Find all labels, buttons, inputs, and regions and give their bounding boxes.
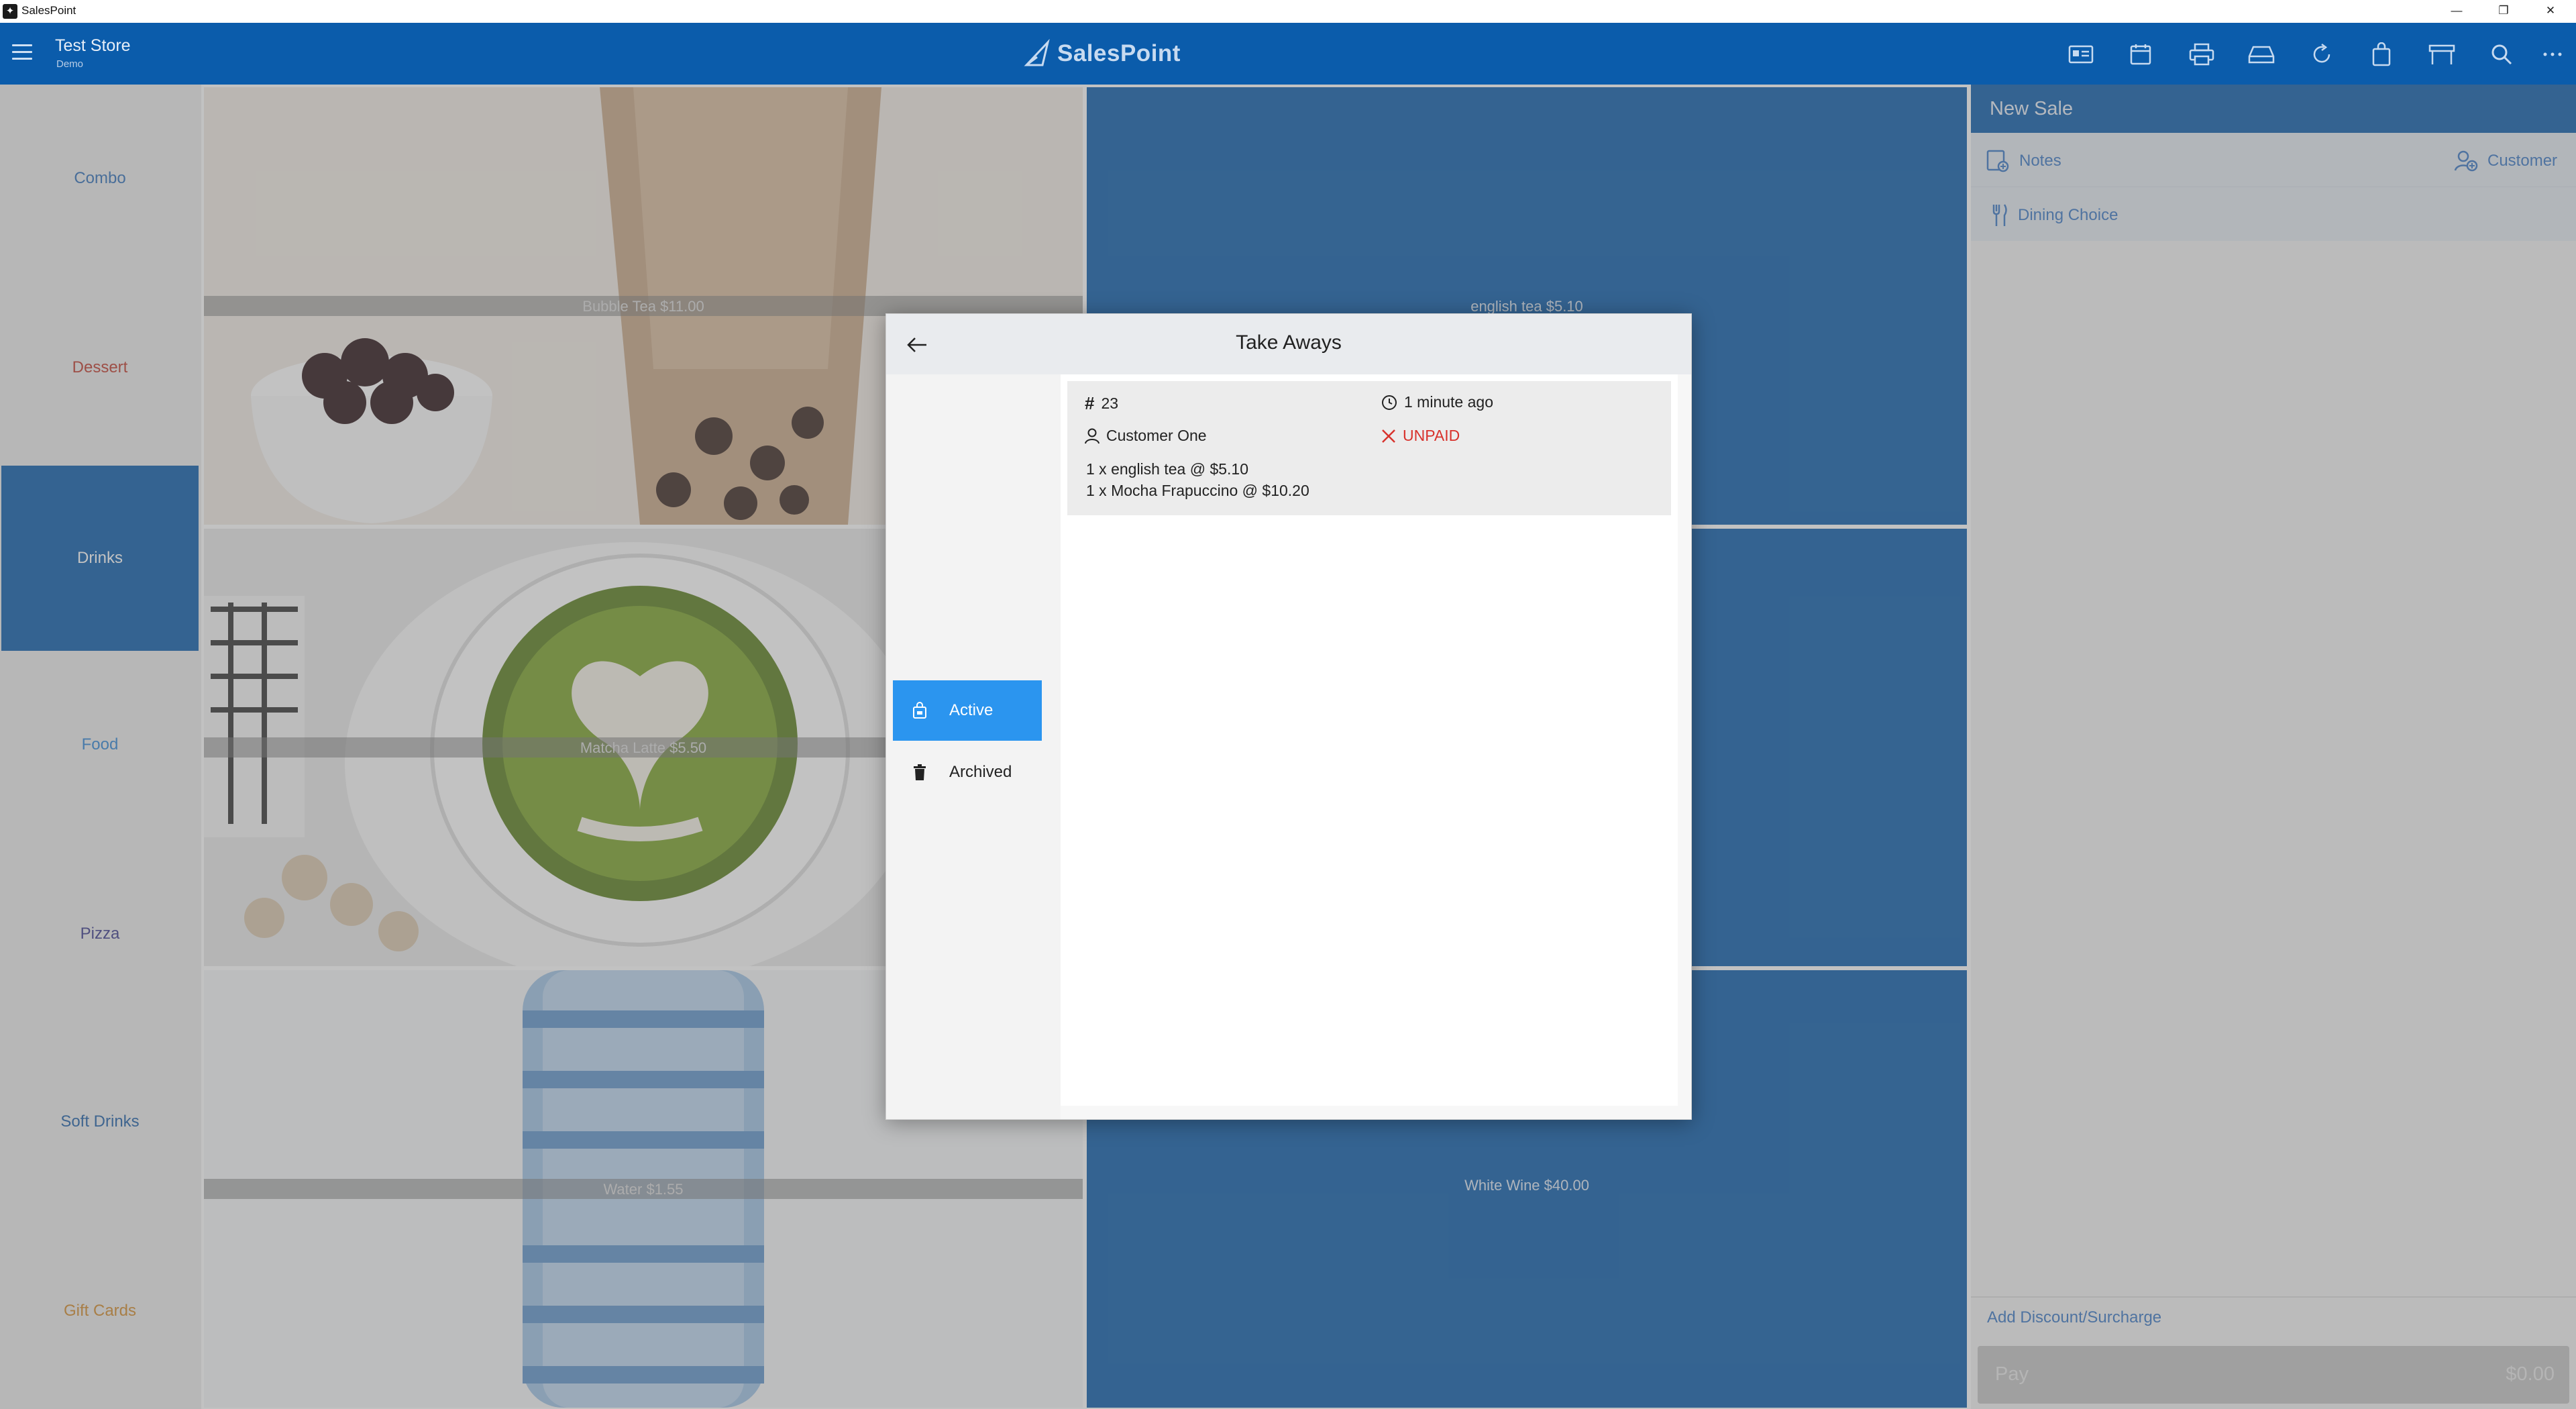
brand-logo: SalesPoint xyxy=(1022,35,1181,72)
dialog-title: Take Aways xyxy=(1236,331,1342,354)
bag-icon xyxy=(910,701,929,720)
trash-icon xyxy=(910,763,929,782)
clock-icon xyxy=(1382,395,1397,410)
menu-icon[interactable] xyxy=(12,44,32,63)
order-status-value: UNPAID xyxy=(1403,427,1460,444)
order-customer: Customer One xyxy=(1085,427,1207,445)
app-header: Test Store Demo SalesPoint xyxy=(0,23,2576,85)
close-window-button[interactable]: ✕ xyxy=(2528,0,2573,23)
store-name: Test Store xyxy=(55,36,131,55)
order-card[interactable]: # 23 1 minute ago Customer One UNPAID 1 … xyxy=(1067,381,1671,515)
order-number-value: 23 xyxy=(1101,395,1119,412)
minimize-button[interactable]: — xyxy=(2434,0,2479,23)
more-icon[interactable] xyxy=(2537,39,2568,70)
cash-drawer-icon[interactable] xyxy=(2246,39,2277,70)
dialog-header: Take Aways xyxy=(886,314,1691,374)
order-line-item: 1 x english tea @ $5.10 xyxy=(1086,460,1249,478)
refresh-icon[interactable] xyxy=(2306,39,2337,70)
orders-list: # 23 1 minute ago Customer One UNPAID 1 … xyxy=(1061,374,1678,1106)
order-customer-value: Customer One xyxy=(1106,427,1207,444)
order-time: 1 minute ago xyxy=(1381,393,1493,411)
nav-label: Archived xyxy=(949,763,1012,781)
person-icon xyxy=(1085,428,1099,443)
bag-icon[interactable] xyxy=(2366,39,2397,70)
nav-archived[interactable]: Archived xyxy=(893,742,1042,802)
hash-icon: # xyxy=(1085,393,1095,413)
calendar-icon[interactable] xyxy=(2125,39,2156,70)
x-icon xyxy=(1382,429,1395,443)
order-status: UNPAID xyxy=(1381,427,1460,445)
order-number: # 23 xyxy=(1085,393,1118,414)
restore-button[interactable]: ❐ xyxy=(2481,0,2526,23)
printer-icon[interactable] xyxy=(2186,39,2217,70)
window-title: SalesPoint xyxy=(21,4,76,17)
app-logo-icon: ✦ xyxy=(3,4,17,19)
order-line-item: 1 x Mocha Frapuccino @ $10.20 xyxy=(1086,482,1309,499)
window-titlebar: ✦ SalesPoint — ❐ ✕ xyxy=(0,0,2576,23)
nav-label: Active xyxy=(949,701,994,719)
store-icon[interactable] xyxy=(2426,39,2457,70)
brand-name: SalesPoint xyxy=(1057,40,1181,66)
dialog-nav: Active Archived xyxy=(886,374,1061,1119)
take-aways-dialog: Take Aways Active Archived # 23 1 minute… xyxy=(885,313,1692,1120)
store-subtitle: Demo xyxy=(56,58,84,70)
nav-active[interactable]: Active xyxy=(893,680,1042,741)
id-card-icon[interactable] xyxy=(2065,39,2096,70)
order-time-value: 1 minute ago xyxy=(1404,393,1493,411)
salespoint-logo-icon xyxy=(1024,38,1050,66)
search-icon[interactable] xyxy=(2486,39,2517,70)
